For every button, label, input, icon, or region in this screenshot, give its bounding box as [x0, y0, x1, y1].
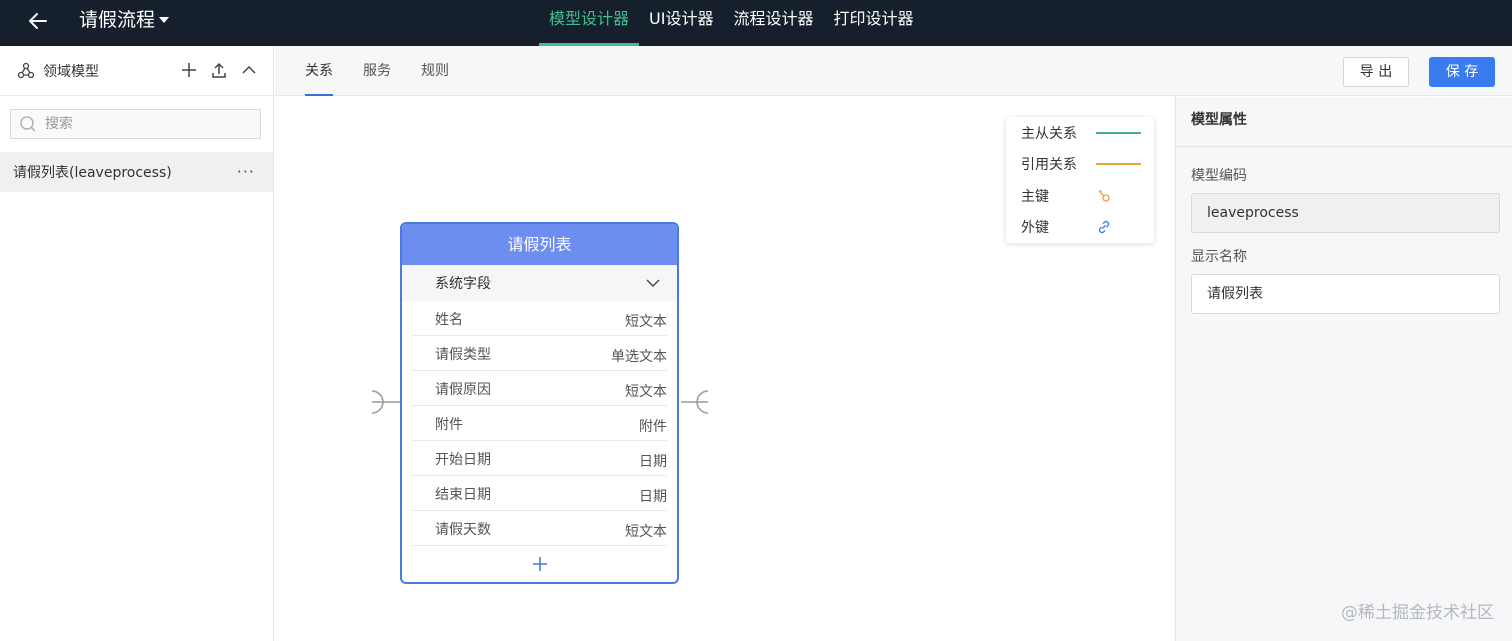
upload-icon[interactable] — [209, 60, 229, 80]
field-type: 日期 — [639, 454, 667, 470]
top-bar: 请假流程 模型设计器 UI设计器 流程设计器 打印设计器 — [0, 0, 1512, 46]
panel-tools — [179, 60, 259, 80]
field-type: 单选文本 — [611, 349, 667, 365]
app-title: 请假流程 — [79, 9, 156, 31]
tab-print-designer[interactable]: 打印设计器 — [823, 0, 923, 46]
tab-flow-designer[interactable]: 流程设计器 — [723, 0, 823, 46]
tab-model-designer[interactable]: 模型设计器 — [539, 0, 640, 46]
group-label: 系统字段 — [435, 276, 491, 292]
field-row[interactable]: 请假原因 短文本 — [412, 371, 667, 406]
display-name-field[interactable]: 请假列表 — [1191, 274, 1500, 314]
watermark: @稀土掘金技术社区 — [1341, 603, 1494, 623]
field-type: 日期 — [639, 489, 667, 505]
tab-rules[interactable]: 规则 — [421, 46, 449, 96]
field-type: 短文本 — [625, 524, 667, 540]
search-input[interactable] — [45, 116, 245, 132]
model-properties-panel: 模型属性 模型编码 leaveprocess 显示名称 请假列表 — [1175, 97, 1512, 641]
field-type: 短文本 — [625, 314, 667, 330]
tab-relations[interactable]: 关系 — [305, 46, 333, 96]
right-connector-icon[interactable] — [681, 389, 711, 415]
field-name: 姓名 — [435, 312, 463, 328]
field-name: 请假天数 — [435, 522, 491, 538]
tree-item-leaveprocess[interactable]: 请假列表(leaveprocess) ··· — [0, 152, 273, 192]
field-name: 开始日期 — [435, 452, 491, 468]
model-code-label: 模型编码 — [1191, 168, 1247, 184]
chevron-down-icon[interactable] — [645, 275, 661, 291]
entity-card[interactable]: 请假列表 系统字段 姓名 短文本 请假类型 单选文本 请假原因 短文本 附件 附件 开始… — [400, 222, 679, 584]
key-icon — [1098, 190, 1110, 202]
left-connector-icon[interactable] — [370, 389, 400, 415]
back-arrow-icon[interactable] — [26, 9, 50, 33]
model-code-field[interactable]: leaveprocess — [1191, 193, 1500, 233]
domain-model-panel: 领域模型 请假列表(leaveprocess) ··· — [0, 46, 274, 641]
field-row[interactable]: 开始日期 日期 — [412, 441, 667, 476]
legend-label-foreign-key: 外键 — [1021, 220, 1049, 236]
chevron-up-icon[interactable] — [239, 60, 259, 80]
relation-legend: 主从关系 引用关系 主键 外键 — [1006, 117, 1154, 243]
tab-ui-designer[interactable]: UI设计器 — [639, 0, 723, 46]
field-name: 附件 — [435, 417, 463, 433]
sub-tab-bar: 关系 服务 规则 — [275, 46, 1512, 96]
reference-line-icon — [1096, 163, 1141, 165]
save-button[interactable]: 保 存 — [1429, 57, 1495, 87]
field-name: 请假原因 — [435, 382, 491, 398]
master-detail-line-icon — [1096, 132, 1141, 134]
search-icon — [20, 116, 36, 132]
link-icon — [1098, 220, 1110, 234]
plus-icon — [532, 557, 547, 571]
field-type: 附件 — [639, 419, 667, 435]
caret-down-icon — [159, 17, 170, 23]
search-box — [10, 109, 261, 139]
domain-model-title: 领域模型 — [43, 63, 99, 80]
display-name-label: 显示名称 — [1191, 249, 1247, 265]
legend-label-master-detail: 主从关系 — [1021, 126, 1077, 142]
field-row[interactable]: 请假天数 短文本 — [412, 511, 667, 546]
export-button[interactable]: 导 出 — [1343, 57, 1409, 87]
add-icon[interactable] — [179, 60, 199, 80]
entity-title: 请假列表 — [402, 224, 677, 265]
properties-title: 模型属性 — [1176, 97, 1512, 147]
legend-label-reference: 引用关系 — [1021, 157, 1077, 173]
field-row[interactable]: 姓名 短文本 — [412, 301, 667, 336]
field-name: 结束日期 — [435, 487, 491, 503]
more-icon[interactable]: ··· — [237, 162, 255, 181]
field-type: 短文本 — [625, 384, 667, 400]
field-row[interactable]: 请假类型 单选文本 — [412, 336, 667, 371]
system-fields-group[interactable]: 系统字段 — [402, 265, 677, 301]
app-title-dropdown[interactable]: 请假流程 — [79, 7, 170, 33]
add-field-button[interactable] — [402, 546, 677, 581]
field-row[interactable]: 结束日期 日期 — [412, 476, 667, 511]
tab-services[interactable]: 服务 — [363, 46, 391, 96]
tree-item-label: 请假列表(leaveprocess) — [13, 165, 172, 181]
designer-nav: 模型设计器 UI设计器 流程设计器 打印设计器 — [539, 0, 923, 46]
domain-model-header: 领域模型 — [0, 46, 273, 96]
legend-label-primary-key: 主键 — [1021, 189, 1049, 205]
field-name: 请假类型 — [435, 347, 491, 363]
field-row[interactable]: 附件 附件 — [412, 406, 667, 441]
model-tree-icon — [17, 62, 35, 78]
